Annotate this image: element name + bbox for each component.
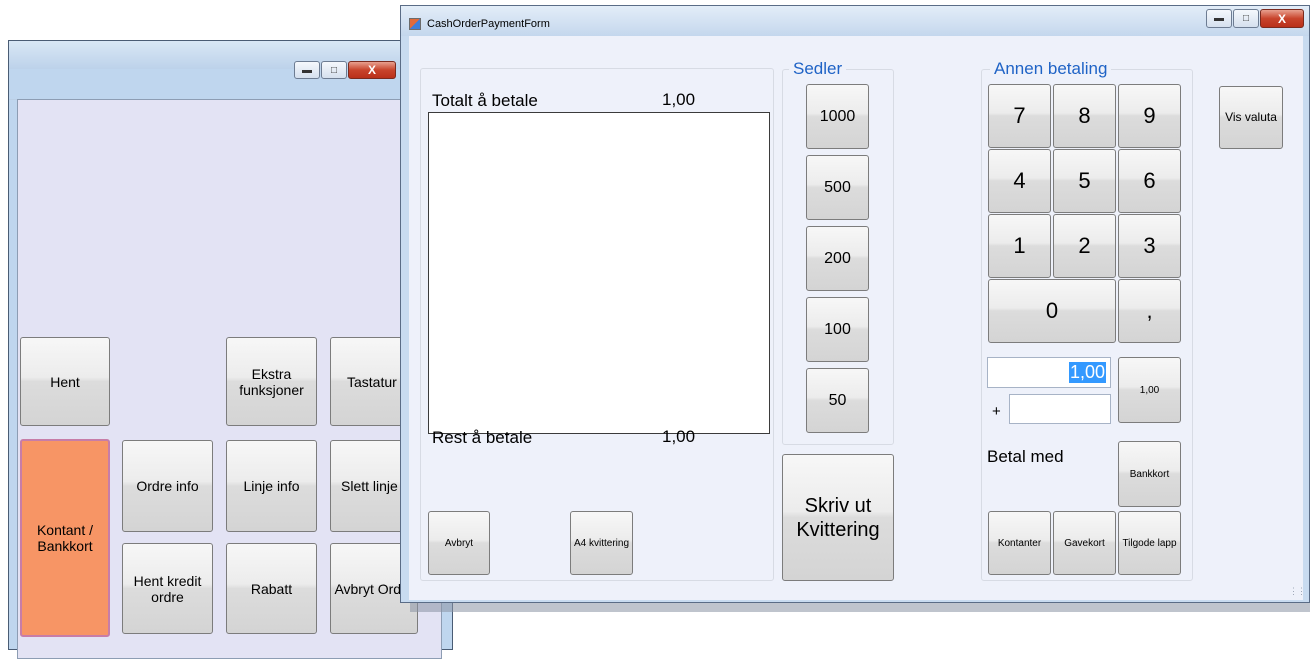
avbryt-button[interactable]: Avbryt (428, 511, 490, 575)
rabatt-button[interactable]: Rabatt (226, 543, 317, 634)
hent-kredit-ordre-button[interactable]: Hent kredit ordre (122, 543, 213, 634)
key-9-button[interactable]: 9 (1118, 84, 1181, 148)
total-value: 1,00 (662, 90, 696, 109)
rest-value: 1,00 (662, 427, 696, 446)
plus-input[interactable] (1009, 394, 1111, 424)
note-1000-button[interactable]: 1000 (806, 84, 869, 149)
maximize-icon[interactable]: □ (1233, 9, 1259, 28)
annen-betaling-title: Annen betaling (990, 59, 1112, 79)
vis-valuta-button[interactable]: Vis valuta (1219, 86, 1283, 149)
amount-value: 1,00 (1068, 362, 1106, 383)
kontant-bankkort-button[interactable]: Kontant / Bankkort (20, 439, 110, 637)
ordre-info-button[interactable]: Ordre info (122, 440, 213, 532)
key-7-button[interactable]: 7 (988, 84, 1051, 148)
key-5-button[interactable]: 5 (1053, 149, 1116, 213)
note-50-button[interactable]: 50 (806, 368, 869, 433)
payment-window: CashOrderPaymentForm ▬ □ X Totalt å beta… (400, 5, 1310, 603)
maximize-icon[interactable]: □ (321, 61, 347, 79)
amount-input[interactable]: 1,00 (987, 357, 1111, 388)
minimize-icon[interactable]: ▬ (1206, 9, 1232, 28)
key-3-button[interactable]: 3 (1118, 214, 1181, 278)
rest-label: Rest å betale (432, 428, 533, 447)
key-4-button[interactable]: 4 (988, 149, 1051, 213)
gavekort-button[interactable]: Gavekort (1053, 511, 1116, 575)
quick-amount-button[interactable]: 1,00 (1118, 357, 1181, 423)
key-6-button[interactable]: 6 (1118, 149, 1181, 213)
key-0-button[interactable]: 0 (988, 279, 1116, 343)
note-200-button[interactable]: 200 (806, 226, 869, 291)
resize-grip-icon[interactable]: ⋮⋮ (1289, 586, 1306, 597)
hent-button[interactable]: Hent (20, 337, 110, 426)
key-1-button[interactable]: 1 (988, 214, 1051, 278)
sedler-title: Sedler (789, 59, 847, 79)
note-500-button[interactable]: 500 (806, 155, 869, 220)
tilgode-lapp-button[interactable]: Tilgode lapp (1118, 511, 1181, 575)
tastatur-button[interactable]: Tastatur (330, 337, 410, 426)
slett-linje-button[interactable]: Slett linje (330, 440, 410, 532)
payment-list[interactable] (428, 112, 770, 434)
window-title: CashOrderPaymentForm (427, 18, 550, 30)
kontanter-button[interactable]: Kontanter (988, 511, 1051, 575)
linje-info-button[interactable]: Linje info (226, 440, 317, 532)
total-label: Totalt å betale (432, 91, 538, 110)
skriv-ut-kvittering-button[interactable]: Skriv ut Kvittering (782, 454, 894, 581)
key-2-button[interactable]: 2 (1053, 214, 1116, 278)
betal-med-label: Betal med (987, 447, 1064, 466)
note-100-button[interactable]: 100 (806, 297, 869, 362)
bankkort-button[interactable]: Bankkort (1118, 441, 1181, 507)
app-icon (409, 18, 421, 30)
minimize-icon[interactable]: ▬ (294, 61, 320, 79)
plus-label: + (992, 403, 1001, 420)
key-8-button[interactable]: 8 (1053, 84, 1116, 148)
key-comma-button[interactable]: , (1118, 279, 1181, 343)
close-icon[interactable]: X (1260, 9, 1304, 28)
ekstra-funksjoner-button[interactable]: Ekstra funksjoner (226, 337, 317, 426)
payment-client-area: Totalt å betale 1,00 Rest å betale 1,00 … (409, 36, 1306, 600)
a4-kvittering-button[interactable]: A4 kvittering (570, 511, 633, 575)
close-icon[interactable]: X (348, 61, 396, 79)
